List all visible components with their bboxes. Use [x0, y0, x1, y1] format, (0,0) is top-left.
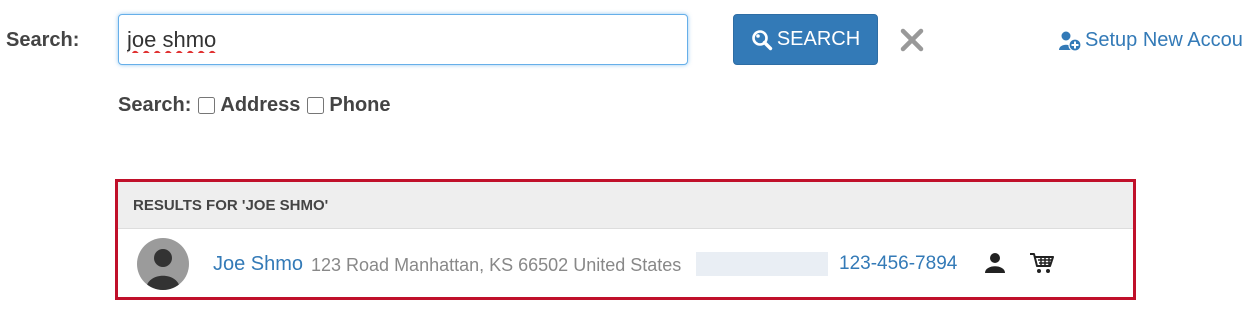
setup-new-account-link[interactable]: Setup New Accou: [1058, 29, 1243, 52]
search-icon: [752, 29, 773, 50]
result-address: 123 Road Manhattan, KS 66502 United Stat…: [311, 255, 682, 275]
customer-search-page: Search: SEARCH Setup New Accou Search: A…: [0, 0, 1250, 327]
results-panel: RESULTS FOR 'JOE SHMO' Joe Shmo 123 Road…: [115, 179, 1136, 300]
phone-label: Phone: [329, 94, 391, 116]
search-button-label: SEARCH: [776, 28, 861, 50]
cart-icon[interactable]: [1029, 252, 1055, 274]
close-icon[interactable]: [898, 26, 926, 54]
avatar-placeholder-icon: [146, 249, 180, 290]
avatar: [137, 238, 189, 290]
search-label: Search:: [6, 29, 80, 51]
search-options: Search: Address Phone: [118, 94, 391, 117]
redacted-field: [696, 252, 828, 276]
address-label: Address: [220, 94, 301, 116]
address-checkbox[interactable]: [198, 97, 216, 114]
search-button[interactable]: SEARCH: [733, 14, 878, 65]
setup-new-account-label: Setup New Accou: [1085, 29, 1243, 51]
add-user-icon: [1059, 31, 1082, 52]
phone-checkbox[interactable]: [307, 97, 325, 114]
search-input[interactable]: [118, 14, 688, 65]
result-row[interactable]: Joe Shmo 123 Road Manhattan, KS 66502 Un…: [118, 229, 1133, 298]
profile-icon[interactable]: [984, 252, 1006, 274]
address-option[interactable]: Address: [198, 94, 300, 117]
search-options-label: Search:: [118, 94, 192, 116]
result-name-link[interactable]: Joe Shmo: [213, 253, 303, 276]
phone-option[interactable]: Phone: [307, 94, 391, 117]
results-header: RESULTS FOR 'JOE SHMO': [118, 182, 1133, 229]
result-phone-link[interactable]: 123-456-7894: [839, 253, 957, 275]
